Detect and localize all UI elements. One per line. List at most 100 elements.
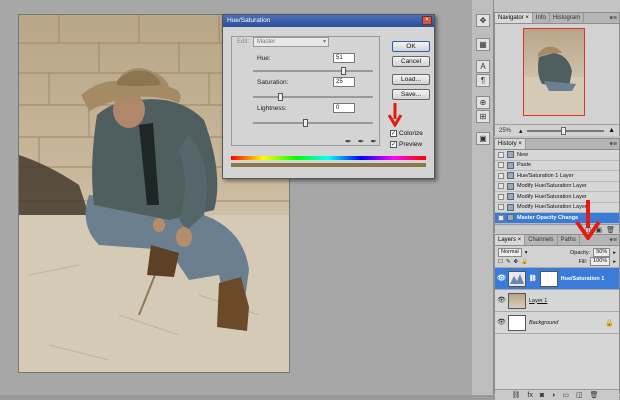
blend-mode-select[interactable]: Normal (498, 248, 522, 257)
brushes-icon[interactable]: ▦ (476, 38, 490, 51)
lightness-slider-thumb[interactable] (303, 119, 308, 127)
opacity-label: Opacity: (570, 249, 591, 256)
ok-button[interactable]: OK (392, 41, 430, 52)
trash-icon[interactable]: 🗑 (606, 226, 615, 234)
layers-empty-area (495, 334, 619, 389)
panel-menu-icon[interactable]: ▾≡ (609, 140, 617, 149)
lock-transparency-icon[interactable]: ☐ (498, 259, 503, 265)
lightness-input[interactable]: 0 (333, 103, 355, 113)
hue-input[interactable]: 51 (333, 53, 355, 63)
history-item[interactable]: Paste (495, 161, 619, 171)
clone-source-icon[interactable]: ⊕ (476, 96, 490, 109)
hue-saturation-dialog: Hue/Saturation × Edit: Master ▾ Hue: 51 … (222, 14, 435, 179)
layers-panel: Layers × Channels Paths ▾≡ Normal ▾ Opac… (494, 234, 620, 400)
adjustment-layer-icon[interactable]: ◑ (551, 392, 555, 399)
navigator-preview[interactable] (495, 24, 619, 124)
fill-dropdown-icon[interactable]: ▸ (613, 259, 616, 265)
colorized-spectrum-bar (231, 163, 426, 167)
lightness-slider[interactable] (253, 122, 373, 124)
layer-comps-icon[interactable]: ▣ (476, 132, 490, 145)
zoom-slider[interactable] (526, 126, 605, 135)
history-brush-checkbox[interactable] (498, 162, 504, 169)
layer-row-layer-1[interactable]: 👁 Layer 1 (495, 290, 619, 312)
history-brush-checkbox[interactable] (498, 151, 504, 158)
layer-style-icon[interactable]: fx (527, 392, 532, 399)
trash-icon[interactable]: 🗑 (590, 391, 599, 399)
history-brush-checkbox[interactable] (498, 172, 504, 179)
fill-input[interactable]: 100% (590, 257, 611, 266)
saturation-slider-thumb[interactable] (278, 93, 283, 101)
zoom-out-icon[interactable]: ▴ (519, 127, 523, 135)
dialog-title: Hue/Saturation (227, 17, 271, 24)
visibility-eye-icon[interactable]: 👁 (497, 275, 506, 283)
link-layers-icon[interactable]: ⛓ (512, 391, 521, 399)
new-group-icon[interactable]: ▭ (562, 391, 569, 399)
tab-histogram[interactable]: Histogram (550, 13, 585, 23)
new-layer-icon[interactable]: ◫ (576, 391, 583, 399)
history-item-label: Hue/Saturation 1 Layer (517, 172, 574, 179)
layer-name[interactable]: Layer 1 (529, 298, 547, 304)
history-brush-checkbox[interactable] (498, 204, 504, 211)
hue-slider-thumb[interactable] (341, 67, 346, 75)
cancel-button[interactable]: Cancel (392, 56, 430, 67)
lock-move-icon[interactable]: ✥ (514, 259, 519, 265)
character-icon[interactable]: A (476, 60, 490, 73)
layer-thumbnail (508, 292, 526, 309)
zoom-slider-thumb[interactable] (561, 126, 567, 135)
chain-link-icon[interactable]: ⛓ (529, 275, 537, 282)
adjustment-layer-thumbnail (508, 270, 526, 287)
history-brush-checkbox[interactable] (498, 183, 504, 190)
tab-layers[interactable]: Layers × (495, 235, 526, 245)
tab-navigator[interactable]: Navigator × (495, 13, 533, 23)
dialog-title-bar[interactable]: Hue/Saturation × (223, 15, 434, 27)
saturation-input[interactable]: 25 (333, 77, 355, 87)
history-item-label: Modify Hue/Saturation Layer (517, 183, 587, 190)
history-state-icon (507, 203, 514, 211)
history-brush-checkbox[interactable] (498, 214, 504, 221)
hue-label: Hue: (257, 55, 271, 62)
visibility-eye-icon[interactable]: 👁 (497, 297, 506, 305)
lock-all-icon[interactable]: 🔒 (521, 259, 528, 265)
history-item[interactable]: Hue/Saturation 1 Layer (495, 171, 619, 182)
opacity-input[interactable]: 50% (593, 248, 611, 257)
eyedropper-icon[interactable]: ✒ (345, 137, 352, 146)
history-brush-checkbox[interactable] (498, 193, 504, 200)
history-item[interactable]: New (495, 150, 619, 161)
panel-menu-icon[interactable]: ▾≡ (609, 14, 617, 23)
history-item[interactable]: Modify Hue/Saturation Layer (495, 182, 619, 192)
navigator-view-box[interactable] (523, 28, 585, 116)
history-item-label: Master Opacity Change (517, 214, 579, 221)
paragraph-icon[interactable]: ¶ (476, 74, 490, 87)
preview-checkbox-box[interactable]: ✓ (390, 141, 397, 148)
add-mask-icon[interactable]: ◙ (540, 392, 544, 399)
blend-mode-dropdown-icon[interactable]: ▾ (525, 250, 528, 256)
info-icon[interactable]: ⊞ (476, 110, 490, 123)
tab-channels[interactable]: Channels (525, 235, 558, 245)
preview-checkbox[interactable]: ✓ Preview (390, 141, 422, 148)
tab-info[interactable]: Info (533, 13, 550, 23)
close-icon[interactable]: × (422, 16, 432, 25)
opacity-dropdown-icon[interactable]: ▸ (613, 250, 616, 256)
tab-history[interactable]: History × (495, 139, 526, 149)
eyedropper-plus-icon[interactable]: ✒ (358, 137, 365, 146)
layer-name[interactable]: Background (529, 320, 558, 326)
layer-mask-thumbnail[interactable] (539, 270, 558, 287)
preview-label: Preview (399, 141, 423, 148)
load-button[interactable]: Load... (392, 74, 430, 85)
visibility-eye-icon[interactable]: 👁 (497, 319, 506, 327)
layer-row-background[interactable]: 👁 Background 🔒 (495, 312, 619, 334)
lock-brush-icon[interactable]: ✎ (506, 259, 511, 265)
layer-name[interactable]: Hue/Saturation 1 (561, 276, 605, 282)
saturation-slider[interactable] (253, 96, 373, 98)
zoom-in-icon[interactable]: ▲ (608, 127, 615, 134)
edit-select[interactable]: Master ▾ (253, 37, 329, 47)
save-button[interactable]: Save... (392, 89, 430, 100)
hue-slider[interactable] (253, 70, 373, 72)
colorize-checkbox-box[interactable]: ✓ (390, 130, 397, 137)
zoom-value[interactable]: 25% (499, 128, 515, 134)
layer-row-hue-saturation[interactable]: 👁 ⛓ Hue/Saturation 1 (495, 268, 619, 290)
colorize-checkbox[interactable]: ✓ Colorize (390, 130, 423, 137)
tools-icon[interactable]: ✥ (476, 14, 490, 27)
panel-menu-icon[interactable]: ▾≡ (609, 236, 617, 245)
eyedropper-minus-icon[interactable]: ✒ (370, 137, 377, 146)
